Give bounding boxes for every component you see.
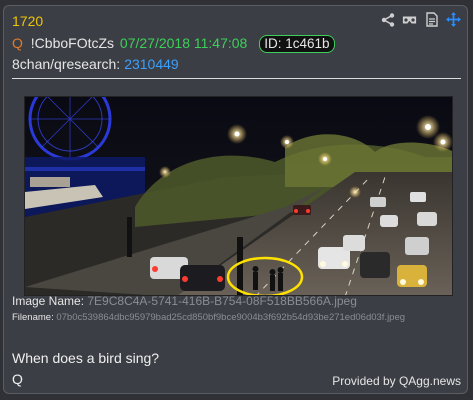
post-signature: Q <box>12 371 23 387</box>
image-name-value: 7E9C8C4A-5741-416B-B754-08F518BB566A.jpe… <box>87 294 357 308</box>
divider <box>12 78 461 79</box>
image-name-line: Image Name: 7E9C8C4A-5741-416B-B754-08F5… <box>12 294 357 308</box>
credit-text: Provided by QAgg.news <box>332 374 461 388</box>
post-number: 1720 <box>12 13 44 29</box>
post-link[interactable]: 2310449 <box>124 56 179 72</box>
filename-line: Filename: 07b0c539864dbc95979bad25cd850b… <box>12 312 405 323</box>
q-author-marker: Q <box>12 35 23 51</box>
post-body: When does a bird sing? Q <box>12 348 159 390</box>
post-message-line: When does a bird sing? <box>12 350 160 366</box>
share-icon[interactable] <box>380 12 395 27</box>
post-header: Q !CbboFOtcZs 07/27/2018 11:47:08 ID: 1c… <box>12 35 335 53</box>
post-datetime: 07/27/2018 11:47:08 <box>119 35 248 51</box>
filename-value: 07b0c539864dbc95979bad25cd850bf9bce9004b… <box>56 312 406 323</box>
image-name-label: Image Name: <box>12 294 85 308</box>
board-line: 8chan/qresearch: 2310449 <box>12 56 179 72</box>
tripcode: !CbboFOtcZs <box>30 35 115 51</box>
post-image[interactable] <box>24 96 453 296</box>
filename-label: Filename: <box>12 312 54 323</box>
board-name: 8chan/qresearch: <box>12 56 121 72</box>
move-arrows-icon[interactable] <box>446 12 461 27</box>
vr-glasses-icon[interactable] <box>402 12 417 27</box>
post-toolbar <box>380 12 461 27</box>
document-icon[interactable] <box>424 12 439 27</box>
post-card: 1720 Q !CbboFOtcZs 07/27/2018 11:47:08 I… <box>3 5 468 394</box>
id-badge[interactable]: ID: 1c461b <box>259 35 335 53</box>
